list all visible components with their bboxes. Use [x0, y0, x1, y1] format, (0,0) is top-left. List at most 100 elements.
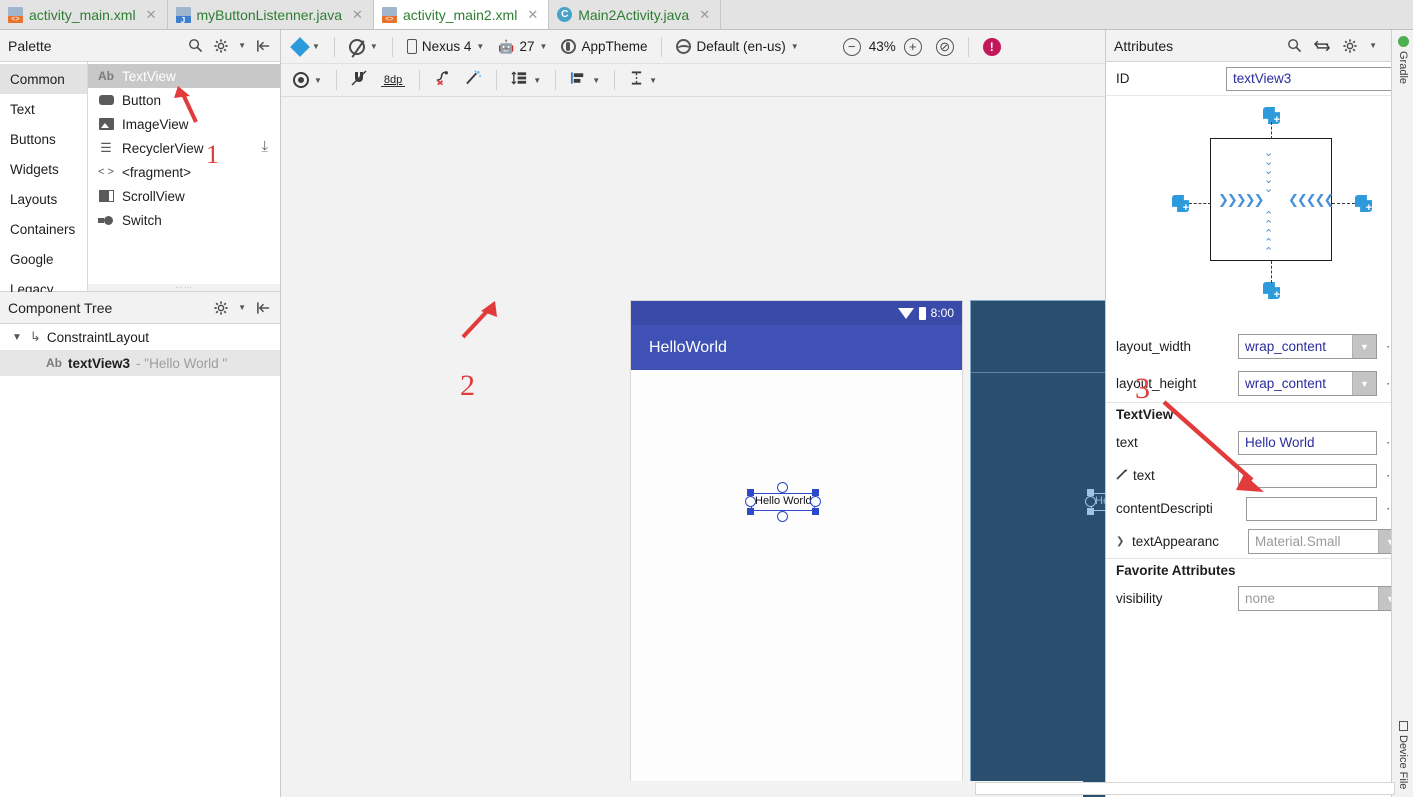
resize-handle-tr[interactable]: [812, 489, 819, 496]
selected-textview-design[interactable]: Hello World: [745, 482, 821, 522]
autoconnect-button[interactable]: [345, 67, 373, 93]
status-time-label: 8:00: [930, 306, 954, 320]
editor-tab-main2activity-java[interactable]: C Main2Activity.java ✕: [549, 0, 722, 29]
palette-item-button[interactable]: Button: [88, 88, 280, 112]
guideline-icon: [629, 70, 644, 90]
constraint-anchor-left[interactable]: [745, 496, 756, 507]
constraint-anchor-left-icon[interactable]: [1172, 195, 1189, 214]
device-preview-design[interactable]: 8:00 HelloWorld Hello World: [631, 301, 962, 797]
palette-category-widgets[interactable]: Widgets: [0, 154, 87, 184]
clear-constraints-button[interactable]: [428, 67, 457, 93]
pack-button[interactable]: ▼: [505, 67, 547, 93]
palette-item-fragment[interactable]: < > <fragment>: [88, 160, 280, 184]
component-tree-body: ▼ ↳ ConstraintLayout Ab textView3 - "Hel…: [0, 324, 280, 797]
gear-icon[interactable]: [1341, 37, 1359, 55]
text-design-input[interactable]: [1238, 463, 1377, 488]
search-icon[interactable]: [1285, 37, 1303, 55]
resize-handle-br[interactable]: [812, 508, 819, 515]
resize-handle-tl[interactable]: [1087, 489, 1094, 496]
selected-textview-blueprint[interactable]: Hello World: [1085, 489, 1105, 515]
palette-item-label: Button: [122, 92, 162, 108]
collapse-panel-icon[interactable]: [254, 37, 272, 55]
search-icon[interactable]: [186, 37, 204, 55]
api-level-selector[interactable]: 🤖 27 ▼: [492, 36, 553, 58]
palette-category-google[interactable]: Google: [0, 244, 87, 274]
constraint-anchor-bottom[interactable]: [777, 511, 788, 522]
constraint-anchor-bottom-icon[interactable]: [1263, 282, 1280, 301]
guidelines-button[interactable]: ▼: [623, 67, 663, 93]
palette-item-recyclerview[interactable]: ☰ RecyclerView: [88, 136, 280, 160]
palette-category-common[interactable]: Common: [0, 64, 87, 94]
tree-row-constraintlayout[interactable]: ▼ ↳ ConstraintLayout: [0, 324, 280, 350]
locale-label: Default (en-us): [696, 39, 786, 54]
close-icon[interactable]: ✕: [527, 8, 538, 21]
chevron-down-icon[interactable]: ▼: [238, 41, 246, 50]
gear-icon[interactable]: [212, 299, 230, 317]
orientation-button[interactable]: ▼: [343, 36, 384, 58]
gear-icon[interactable]: [212, 37, 230, 55]
palette-category-layouts[interactable]: Layouts: [0, 184, 87, 214]
palette-item-switch[interactable]: Switch: [88, 208, 280, 232]
constraint-anchor-left[interactable]: [1085, 496, 1096, 507]
design-surface-icon: [290, 36, 310, 57]
tool-window-gradle[interactable]: Gradle: [1392, 32, 1413, 88]
palette-category-containers[interactable]: Containers: [0, 214, 87, 244]
locale-selector[interactable]: Default (en-us) ▼: [670, 36, 804, 57]
text-input[interactable]: Hello World: [1238, 430, 1377, 455]
chevron-down-icon[interactable]: ▼: [1352, 335, 1376, 358]
switch-icon: [98, 213, 114, 227]
text-appearance-combo[interactable]: Material.Small ▼: [1248, 529, 1403, 554]
align-button[interactable]: ▼: [564, 67, 606, 93]
layout-height-combo[interactable]: wrap_content ▼: [1238, 371, 1377, 396]
download-icon[interactable]: ⤓: [261, 138, 268, 155]
palette-category-buttons[interactable]: Buttons: [0, 124, 87, 154]
toggle-view-icon[interactable]: [1313, 37, 1331, 55]
palette-item-imageview[interactable]: ImageView: [88, 112, 280, 136]
resize-handle-bl[interactable]: [1087, 508, 1094, 515]
category-label: Common: [10, 71, 65, 87]
editor-tab-activity-main-xml[interactable]: activity_main.xml ✕: [0, 0, 168, 29]
palette-resize-handle[interactable]: ⋯⋯: [88, 283, 280, 292]
palette-item-scrollview[interactable]: ScrollView: [88, 184, 280, 208]
design-mode-button[interactable]: ▼: [287, 36, 326, 57]
show-constraints-button[interactable]: ▼: [287, 69, 328, 91]
collapse-panel-icon[interactable]: [254, 299, 272, 317]
constraint-widget[interactable]: ⌄⌄⌄⌄⌄ ⌃⌃⌃⌃⌃ ❯❯❯❯❯ ❮❮❮❮❮: [1106, 96, 1413, 328]
device-selector[interactable]: Nexus 4 ▼: [401, 36, 490, 57]
infer-constraints-button[interactable]: [459, 67, 488, 93]
tree-row-textview3[interactable]: Ab textView3 - "Hello World ": [0, 350, 280, 376]
close-icon[interactable]: ✕: [352, 8, 363, 21]
palette-item-textview[interactable]: Ab TextView: [88, 64, 280, 88]
close-icon[interactable]: ✕: [699, 8, 710, 21]
default-margin-button[interactable]: 8dp: [375, 71, 411, 90]
horizontal-scrollbar[interactable]: [975, 782, 1395, 795]
visibility-combo[interactable]: none ▼: [1238, 586, 1403, 611]
constraint-anchor-right[interactable]: [810, 496, 821, 507]
chevron-right-icon[interactable]: ❯: [1116, 536, 1128, 547]
chevron-down-icon[interactable]: ▼: [12, 332, 24, 343]
chevron-down-icon[interactable]: ▼: [1352, 372, 1376, 395]
content-description-input[interactable]: [1246, 496, 1377, 521]
zoom-out-button[interactable]: −: [837, 35, 867, 59]
editor-tab-activity-main2-xml[interactable]: activity_main2.xml ✕: [373, 0, 550, 29]
device-preview-blueprint[interactable]: Hello World: [971, 301, 1105, 797]
palette-category-text[interactable]: Text: [0, 94, 87, 124]
close-icon[interactable]: ✕: [146, 8, 157, 21]
resize-handle-bl[interactable]: [747, 508, 754, 515]
zoom-fit-button[interactable]: ⊘: [930, 35, 960, 59]
tool-window-device-file[interactable]: Device File: [1392, 717, 1413, 793]
issues-button[interactable]: !: [977, 35, 1007, 59]
layout-width-combo[interactable]: wrap_content ▼: [1238, 334, 1377, 359]
chevron-down-icon: ▼: [312, 42, 320, 51]
chevron-down-icon[interactable]: ▼: [238, 303, 246, 312]
constraint-anchor-right-icon[interactable]: [1355, 195, 1372, 214]
editor-tab-mybuttonlistenner-java[interactable]: myButtonListenner.java ✕: [167, 0, 374, 29]
id-input[interactable]: textView3: [1226, 66, 1403, 91]
theme-selector[interactable]: AppTheme: [555, 36, 653, 57]
chevron-down-icon[interactable]: ▼: [1369, 41, 1377, 50]
resize-handle-tl[interactable]: [747, 489, 754, 496]
device-canvas[interactable]: Hello World: [631, 370, 962, 797]
design-surface[interactable]: 8:00 HelloWorld Hello World H 2: [281, 97, 1105, 797]
constraint-anchor-top[interactable]: [777, 482, 788, 493]
zoom-in-button[interactable]: +: [898, 35, 928, 59]
